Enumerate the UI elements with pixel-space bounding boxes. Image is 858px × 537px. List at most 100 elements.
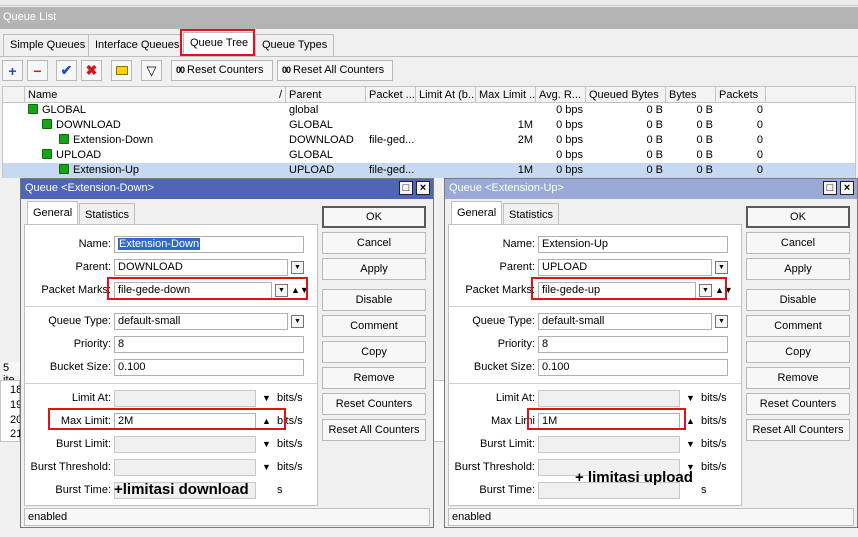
add-icon[interactable]: + bbox=[2, 60, 23, 81]
tab-interface-queues[interactable]: Interface Queues bbox=[88, 34, 187, 56]
dropdown-arrow-icon[interactable]: ▼ bbox=[291, 315, 304, 328]
column-header-queued-bytes[interactable]: Queued Bytes bbox=[586, 87, 666, 103]
dropdown-arrow-icon[interactable]: ▼ bbox=[291, 261, 304, 274]
limit-at-field[interactable] bbox=[538, 390, 680, 407]
tab-queue-tree[interactable]: Queue Tree bbox=[183, 32, 256, 56]
copy-button[interactable]: Copy bbox=[322, 341, 426, 363]
parent-select[interactable]: DOWNLOAD bbox=[114, 259, 288, 276]
row-parent-cell: UPLOAD bbox=[289, 164, 335, 176]
burst-limit-field[interactable] bbox=[114, 436, 256, 453]
expand-down-icon[interactable]: ▼ bbox=[262, 462, 271, 472]
column-header-bytes[interactable]: Bytes bbox=[666, 87, 716, 103]
table-row[interactable]: GLOBAL global 0 bps 0 B 0 B 0 bbox=[3, 103, 855, 118]
reset-all-counters-button[interactable]: Reset All Counters bbox=[322, 419, 426, 441]
maximize-icon[interactable]: □ bbox=[399, 181, 413, 195]
dialog-title-bar[interactable]: Queue <Extension-Down> bbox=[21, 179, 433, 199]
maximize-icon[interactable]: □ bbox=[823, 181, 837, 195]
column-header-limit-at[interactable]: Limit At (b... bbox=[416, 87, 476, 103]
column-header-parent[interactable]: Parent bbox=[286, 87, 366, 103]
reorder-arrows-icon[interactable]: ▲▼ bbox=[715, 284, 733, 297]
table-row[interactable]: DOWNLOAD GLOBAL 1M 0 bps 0 B 0 B 0 bbox=[3, 118, 855, 133]
priority-field[interactable]: 8 bbox=[114, 336, 304, 353]
reorder-arrows-icon[interactable]: ▲▼ bbox=[291, 284, 309, 297]
row-max-limit-cell: 2M bbox=[517, 134, 533, 146]
collapse-up-icon[interactable]: ▲ bbox=[686, 416, 695, 426]
comment-icon[interactable] bbox=[111, 60, 132, 81]
column-header-name[interactable]: Name / bbox=[25, 87, 286, 103]
expand-down-icon[interactable]: ▼ bbox=[262, 439, 271, 449]
remove-icon[interactable]: − bbox=[27, 60, 48, 81]
column-header-packets[interactable]: Packets bbox=[716, 87, 766, 103]
reset-counters-button[interactable]: Reset Counters bbox=[322, 393, 426, 415]
collapse-up-icon[interactable]: ▲ bbox=[262, 416, 271, 426]
row-packets-cell: 0 bbox=[756, 104, 763, 116]
parent-select[interactable]: UPLOAD bbox=[538, 259, 712, 276]
tab-general[interactable]: General bbox=[27, 201, 79, 225]
table-row[interactable]: Extension-Down DOWNLOAD file-ged... 2M 0… bbox=[3, 133, 855, 148]
disable-button[interactable]: Disable bbox=[322, 289, 426, 311]
queue-type-select[interactable]: default-small bbox=[538, 313, 712, 330]
cancel-button[interactable]: Cancel bbox=[746, 232, 850, 254]
queue-type-label: Queue Type: bbox=[472, 315, 535, 327]
tab-statistics[interactable]: Statistics bbox=[503, 203, 560, 225]
reset-all-counters-button[interactable]: 00 Reset All Counters bbox=[277, 60, 393, 81]
packet-marks-select[interactable]: file-gede-up bbox=[538, 282, 696, 299]
tab-simple-queues[interactable]: Simple Queues bbox=[3, 34, 93, 56]
bucket-size-field[interactable]: 0.100 bbox=[114, 359, 304, 376]
comment-button[interactable]: Comment bbox=[322, 315, 426, 337]
unit-label: bits/s bbox=[277, 438, 303, 450]
reset-counters-button[interactable]: Reset Counters bbox=[746, 393, 850, 415]
row-packet-cell bbox=[366, 103, 416, 118]
disable-button[interactable]: Disable bbox=[746, 289, 850, 311]
dropdown-arrow-icon[interactable]: ▼ bbox=[275, 284, 288, 297]
column-header-packet-marks[interactable]: Packet ... bbox=[366, 87, 416, 103]
name-field[interactable]: Extension-Down bbox=[114, 236, 304, 253]
apply-button[interactable]: Apply bbox=[746, 258, 850, 280]
top-strip bbox=[0, 0, 858, 6]
bucket-size-field[interactable]: 0.100 bbox=[538, 359, 728, 376]
close-icon[interactable]: × bbox=[840, 181, 854, 195]
disable-x-icon[interactable]: ✖ bbox=[81, 60, 102, 81]
burst-limit-field[interactable] bbox=[538, 436, 680, 453]
reset-all-counters-button[interactable]: Reset All Counters bbox=[746, 419, 850, 441]
tab-queue-types[interactable]: Queue Types bbox=[255, 34, 335, 56]
queue-type-select[interactable]: default-small bbox=[114, 313, 288, 330]
tab-statistics[interactable]: Statistics bbox=[79, 203, 136, 225]
column-header-avg-rate[interactable]: Avg. R... bbox=[536, 87, 586, 103]
parent-label: Parent: bbox=[499, 261, 535, 273]
max-limit-field[interactable]: 1M bbox=[538, 413, 680, 430]
limit-at-field[interactable] bbox=[114, 390, 256, 407]
priority-field[interactable]: 8 bbox=[538, 336, 728, 353]
cancel-button[interactable]: Cancel bbox=[322, 232, 426, 254]
queue-icon bbox=[42, 119, 52, 129]
reset-counters-button[interactable]: 00 Reset Counters bbox=[171, 60, 273, 81]
expand-down-icon[interactable]: ▼ bbox=[686, 439, 695, 449]
ok-button[interactable]: OK bbox=[746, 206, 850, 228]
copy-button[interactable]: Copy bbox=[746, 341, 850, 363]
name-field[interactable]: Extension-Up bbox=[538, 236, 728, 253]
dropdown-arrow-icon[interactable]: ▼ bbox=[699, 284, 712, 297]
dropdown-arrow-icon[interactable]: ▼ bbox=[715, 261, 728, 274]
table-row[interactable]: UPLOAD GLOBAL 0 bps 0 B 0 B 0 bbox=[3, 148, 855, 163]
table-row-selected[interactable]: Extension-Up UPLOAD file-ged... 1M 0 bps… bbox=[3, 163, 855, 178]
ok-button[interactable]: OK bbox=[322, 206, 426, 228]
close-icon[interactable]: × bbox=[416, 181, 430, 195]
tab-general[interactable]: General bbox=[451, 201, 503, 225]
remove-button[interactable]: Remove bbox=[322, 367, 426, 389]
max-limit-field[interactable]: 2M bbox=[114, 413, 256, 430]
burst-time-label: Burst Time: bbox=[479, 484, 535, 496]
burst-limit-label: Burst Limit: bbox=[55, 438, 111, 450]
dropdown-arrow-icon[interactable]: ▼ bbox=[715, 315, 728, 328]
expand-down-icon[interactable]: ▼ bbox=[686, 393, 695, 403]
apply-button[interactable]: Apply bbox=[322, 258, 426, 280]
packet-marks-select[interactable]: file-gede-down bbox=[114, 282, 272, 299]
row-packets-cell: 0 bbox=[756, 134, 763, 146]
dialog-title-bar[interactable]: Queue <Extension-Up> bbox=[445, 179, 857, 199]
comment-button[interactable]: Comment bbox=[746, 315, 850, 337]
enable-check-icon[interactable]: ✔ bbox=[56, 60, 77, 81]
expand-down-icon[interactable]: ▼ bbox=[262, 393, 271, 403]
column-header-max-limit[interactable]: Max Limit ... bbox=[476, 87, 536, 103]
filter-icon[interactable]: ▽ bbox=[141, 60, 162, 81]
remove-button[interactable]: Remove bbox=[746, 367, 850, 389]
burst-threshold-field[interactable] bbox=[114, 459, 256, 476]
